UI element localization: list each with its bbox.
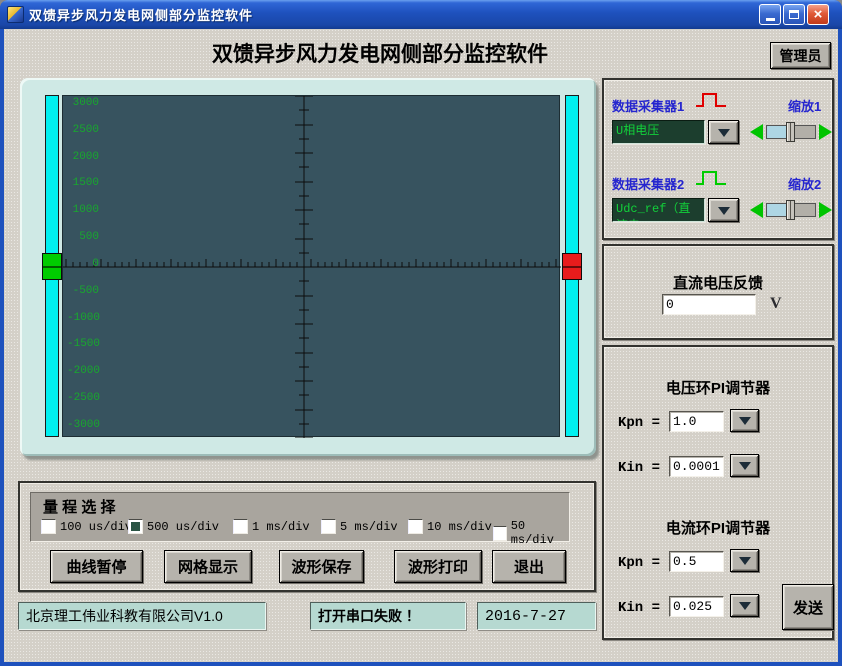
channel1-select[interactable]: U相电压 (612, 120, 705, 144)
checkbox-icon[interactable] (41, 519, 56, 534)
pause-curve-button[interactable]: 曲线暂停 (50, 550, 143, 583)
range-option[interactable]: 1 ms/div (233, 519, 310, 534)
range-option[interactable]: 5 ms/div (321, 519, 398, 534)
checkbox-icon[interactable] (233, 519, 248, 534)
feedback-title: 直流电压反馈 (604, 272, 832, 293)
current-kin-label: Kin = (618, 600, 660, 616)
left-slider-handle[interactable] (42, 253, 62, 280)
zoom1-slider-handle[interactable] (786, 122, 795, 142)
page-title: 双馈异步风力发电网侧部分监控软件 (150, 38, 610, 68)
close-icon: × (814, 6, 823, 23)
zoom1-label: 缩放1 (788, 96, 821, 115)
zoom1-slider[interactable] (750, 121, 838, 143)
right-offset-slider[interactable] (565, 95, 579, 437)
voltage-kpn-dropdown-button[interactable] (730, 409, 759, 432)
channel2-dropdown-button[interactable] (708, 198, 739, 222)
feedback-input[interactable] (662, 294, 756, 315)
slider-left-arrow-icon[interactable] (750, 202, 763, 218)
voltage-kin-input[interactable] (669, 456, 724, 477)
range-inner-panel: 量 程 选 择 100 us/div 500 us/div 1 ms/div 5… (30, 492, 570, 542)
app-window: 双馈异步风力发电网侧部分监控软件 × 双馈异步风力发电网侧部分监控软件 管理员 … (0, 0, 842, 666)
zoom2-label: 缩放2 (788, 174, 821, 193)
voltage-kpn-label: Kpn = (618, 415, 660, 431)
title-bar[interactable]: 双馈异步风力发电网侧部分监控软件 × (0, 0, 842, 29)
exit-button[interactable]: 退出 (492, 550, 566, 583)
zoom2-slider-handle[interactable] (786, 200, 795, 220)
current-kpn-label: Kpn = (618, 555, 660, 571)
collectors-panel: 数据采集器1 缩放1 U相电压 数据采集器2 缩放2 Udc_ref（直流电 压… (602, 78, 834, 240)
maximize-button[interactable] (783, 4, 805, 25)
right-slider-handle[interactable] (562, 253, 582, 280)
chevron-down-icon (718, 129, 730, 143)
app-icon (7, 6, 24, 23)
pi-panel: 电压环PI调节器 Kpn = Kin = 电流环PI调节器 Kpn = Kin … (602, 345, 834, 640)
maximize-icon (789, 10, 799, 19)
left-offset-slider[interactable] (45, 95, 59, 437)
checkbox-icon[interactable] (128, 519, 143, 534)
slider-right-arrow-icon[interactable] (819, 202, 832, 218)
send-button[interactable]: 发送 (782, 584, 834, 630)
scope-plot: 3000 2500 2000 1500 1000 500 0 -500 -100… (62, 95, 560, 437)
serial-status-message: 打开串口失败 ！ (310, 602, 466, 630)
window-title: 双馈异步风力发电网侧部分监控软件 (29, 5, 253, 24)
chevron-down-icon (739, 462, 751, 476)
collector2-label: 数据采集器2 (612, 174, 684, 193)
minimize-button[interactable] (759, 4, 781, 25)
chevron-down-icon (739, 417, 751, 431)
checkbox-icon[interactable] (493, 526, 507, 541)
channel1-dropdown-button[interactable] (708, 120, 739, 144)
chevron-down-icon (739, 557, 751, 571)
current-kpn-input[interactable] (669, 551, 724, 572)
range-option[interactable]: 100 us/div (41, 519, 132, 534)
range-option[interactable]: 500 us/div (128, 519, 219, 534)
current-pi-title: 电流环PI调节器 (604, 517, 832, 538)
oscilloscope-panel: 3000 2500 2000 1500 1000 500 0 -500 -100… (20, 78, 596, 456)
feedback-panel: 直流电压反馈 V (602, 244, 834, 340)
voltage-kin-dropdown-button[interactable] (730, 454, 759, 477)
channel2-select[interactable]: Udc_ref（直流电 压） (612, 198, 705, 222)
voltage-kpn-input[interactable] (669, 411, 724, 432)
date-display: 2016-7-27 (477, 602, 596, 630)
save-waveform-button[interactable]: 波形保存 (279, 550, 364, 583)
range-option[interactable]: 10 ms/div (408, 519, 492, 534)
pulse2-icon (694, 168, 728, 188)
scope-axes (63, 96, 561, 438)
collector1-label: 数据采集器1 (612, 96, 684, 115)
close-button[interactable]: × (807, 4, 829, 25)
range-title: 量 程 选 择 (43, 496, 116, 517)
checkbox-icon[interactable] (408, 519, 423, 534)
chevron-down-icon (718, 207, 730, 221)
range-option[interactable]: 50 ms/div (493, 519, 569, 547)
slider-left-arrow-icon[interactable] (750, 124, 763, 140)
current-kin-input[interactable] (669, 596, 724, 617)
grid-display-button[interactable]: 网格显示 (164, 550, 252, 583)
pulse1-icon (694, 90, 728, 110)
current-kpn-dropdown-button[interactable] (730, 549, 759, 572)
minimize-icon (766, 18, 775, 21)
admin-button[interactable]: 管理员 (770, 42, 831, 69)
voltage-pi-title: 电压环PI调节器 (604, 377, 832, 398)
zoom2-slider[interactable] (750, 199, 838, 221)
company-status: 北京理工伟业科教有限公司V1.0 (18, 602, 266, 630)
print-waveform-button[interactable]: 波形打印 (394, 550, 482, 583)
feedback-unit: V (770, 295, 782, 313)
current-kin-dropdown-button[interactable] (730, 594, 759, 617)
range-group: 量 程 选 择 100 us/div 500 us/div 1 ms/div 5… (18, 481, 596, 592)
slider-right-arrow-icon[interactable] (819, 124, 832, 140)
checkbox-icon[interactable] (321, 519, 336, 534)
chevron-down-icon (739, 602, 751, 616)
voltage-kin-label: Kin = (618, 460, 660, 476)
